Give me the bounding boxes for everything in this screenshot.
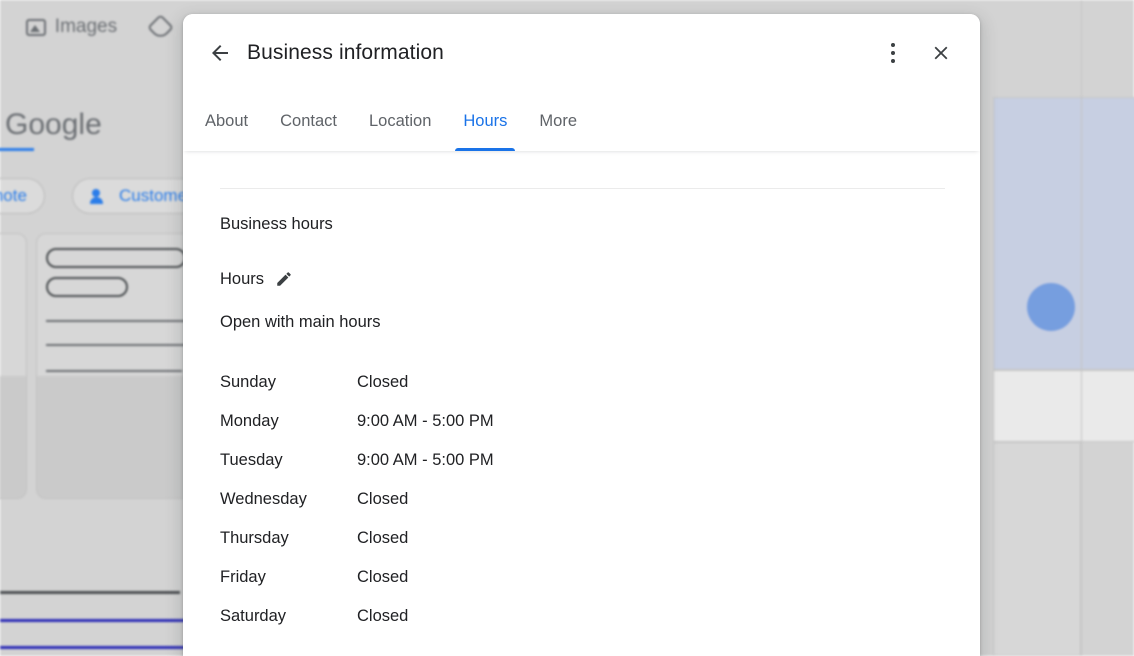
tab-location[interactable]: Location xyxy=(353,92,447,151)
business-hours-section-title: Business hours xyxy=(220,215,333,233)
overflow-menu-button[interactable] xyxy=(872,32,914,74)
hours-day-label: Monday xyxy=(220,412,279,430)
pencil-edit-icon xyxy=(277,272,291,286)
hours-open-status: Open with main hours xyxy=(220,313,381,331)
hours-day-label: Tuesday xyxy=(220,451,283,469)
tab-about[interactable]: About xyxy=(189,92,264,151)
hours-day-label: Friday xyxy=(220,568,266,586)
hours-table: Sunday Closed Monday 9:00 AM - 5:00 PM T… xyxy=(220,363,980,636)
background-nav-tag[interactable] xyxy=(147,13,175,41)
table-row: Friday Closed xyxy=(220,558,980,597)
hours-field-row: Hours xyxy=(220,268,980,290)
background-top-nav: ews Images xyxy=(0,8,175,46)
close-button[interactable] xyxy=(920,32,962,74)
table-row: Tuesday 9:00 AM - 5:00 PM xyxy=(220,441,980,480)
background-skeleton-pill xyxy=(46,277,128,297)
dialog-header-actions xyxy=(872,32,980,74)
background-bottom-rule xyxy=(0,591,180,594)
background-nav-images-label: Images xyxy=(54,16,118,37)
image-icon xyxy=(25,18,46,36)
background-nav-images[interactable]: Images xyxy=(25,16,118,38)
close-icon xyxy=(934,46,948,60)
tab-contact[interactable]: Contact xyxy=(264,92,353,151)
background-page-title: s on Google xyxy=(0,108,102,141)
tab-hours-label: Hours xyxy=(463,112,508,130)
tab-hours[interactable]: Hours xyxy=(447,92,523,151)
dialog-header: Business information About Contact Locat… xyxy=(183,14,980,151)
dialog-title-row: Business information xyxy=(183,14,980,92)
tab-contact-label: Contact xyxy=(280,112,337,130)
background-right-panel xyxy=(993,370,1134,442)
background-right-divider xyxy=(1081,0,1082,656)
hours-day-label: Sunday xyxy=(220,373,276,391)
table-row: Sunday Closed xyxy=(220,363,980,402)
tab-location-label: Location xyxy=(369,112,432,130)
dialog-tabs: About Contact Location Hours More xyxy=(183,92,980,151)
tab-about-label: About xyxy=(205,112,249,130)
people-icon xyxy=(90,188,109,204)
table-row: Monday 9:00 AM - 5:00 PM xyxy=(220,402,980,441)
dialog-body[interactable]: Business hours Hours Open with main hour… xyxy=(183,151,980,656)
hours-day-label: Thursday xyxy=(220,529,289,547)
background-card-shade xyxy=(0,376,26,498)
tag-icon xyxy=(147,13,175,41)
background-fab-button[interactable] xyxy=(1027,283,1075,331)
back-arrow-icon xyxy=(212,45,228,61)
background-title-underline xyxy=(0,148,34,151)
background-bottom-rule-blue xyxy=(0,619,185,622)
background-promote-label: romote xyxy=(0,186,27,205)
background-skeleton-line xyxy=(46,370,182,372)
dialog-title: Business information xyxy=(247,41,444,64)
table-row: Saturday Closed xyxy=(220,597,980,636)
table-row: Thursday Closed xyxy=(220,519,980,558)
background-card-narrow xyxy=(0,233,27,499)
hours-day-value: Closed xyxy=(357,607,409,625)
screen-root: ews Images s on Google romote Customers xyxy=(0,0,1134,656)
hours-field-label: Hours xyxy=(220,269,265,288)
section-divider xyxy=(220,188,945,189)
edit-hours-button[interactable] xyxy=(273,268,295,290)
background-skeleton-pill xyxy=(46,248,186,268)
background-promote-button[interactable]: romote xyxy=(0,178,45,214)
business-information-dialog: Business information About Contact Locat… xyxy=(183,14,980,656)
background-right-panel xyxy=(993,442,1081,656)
more-vert-icon xyxy=(891,43,895,63)
table-row: Wednesday Closed xyxy=(220,480,980,519)
hours-day-value: Closed xyxy=(357,373,409,391)
hours-day-value: Closed xyxy=(357,568,409,586)
hours-day-label: Wednesday xyxy=(220,490,307,508)
back-button[interactable] xyxy=(199,32,241,74)
hours-day-value: Closed xyxy=(357,490,409,508)
hours-day-label: Saturday xyxy=(220,607,287,625)
hours-day-value: 9:00 AM - 5:00 PM xyxy=(357,451,494,469)
tab-more-label: More xyxy=(539,112,577,130)
background-right-panel xyxy=(993,97,1134,370)
tab-more[interactable]: More xyxy=(523,92,593,151)
hours-day-value: Closed xyxy=(357,529,409,547)
hours-day-value: 9:00 AM - 5:00 PM xyxy=(357,412,494,430)
background-bottom-rule-blue xyxy=(0,646,185,649)
